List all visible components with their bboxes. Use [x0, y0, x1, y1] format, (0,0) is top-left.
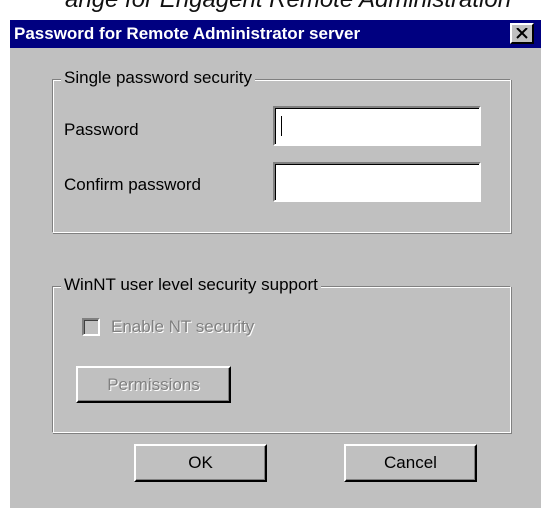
- password-field[interactable]: [273, 106, 481, 146]
- window-title: Password for Remote Administrator server: [14, 24, 361, 43]
- nt-security-legend: WinNT user level security support: [61, 275, 321, 295]
- single-password-legend: Single password security: [61, 68, 256, 88]
- nt-security-group: WinNT user level security support: [52, 275, 511, 433]
- close-x-icon: [516, 28, 528, 39]
- cancel-button[interactable]: Cancel: [344, 444, 477, 482]
- dialog-window: Password for Remote Administrator server…: [8, 18, 541, 508]
- text-caret: [281, 116, 282, 136]
- background-caption-text: ange for Engagent Remote Administration: [65, 0, 511, 14]
- confirm-password-field[interactable]: [273, 162, 481, 202]
- enable-nt-security-label: Enable NT security: [111, 317, 255, 336]
- confirm-password-label: Confirm password: [64, 175, 201, 194]
- title-bar[interactable]: Password for Remote Administrator server: [10, 20, 541, 48]
- close-button[interactable]: [510, 23, 534, 44]
- background-caption: ange for Engagent Remote Administration: [0, 0, 541, 18]
- enable-nt-security-checkbox[interactable]: [82, 318, 100, 336]
- permissions-button[interactable]: Permissions: [76, 366, 231, 403]
- password-label: Password: [64, 120, 139, 139]
- ok-button[interactable]: OK: [134, 444, 267, 482]
- single-password-group: Single password security: [52, 68, 511, 233]
